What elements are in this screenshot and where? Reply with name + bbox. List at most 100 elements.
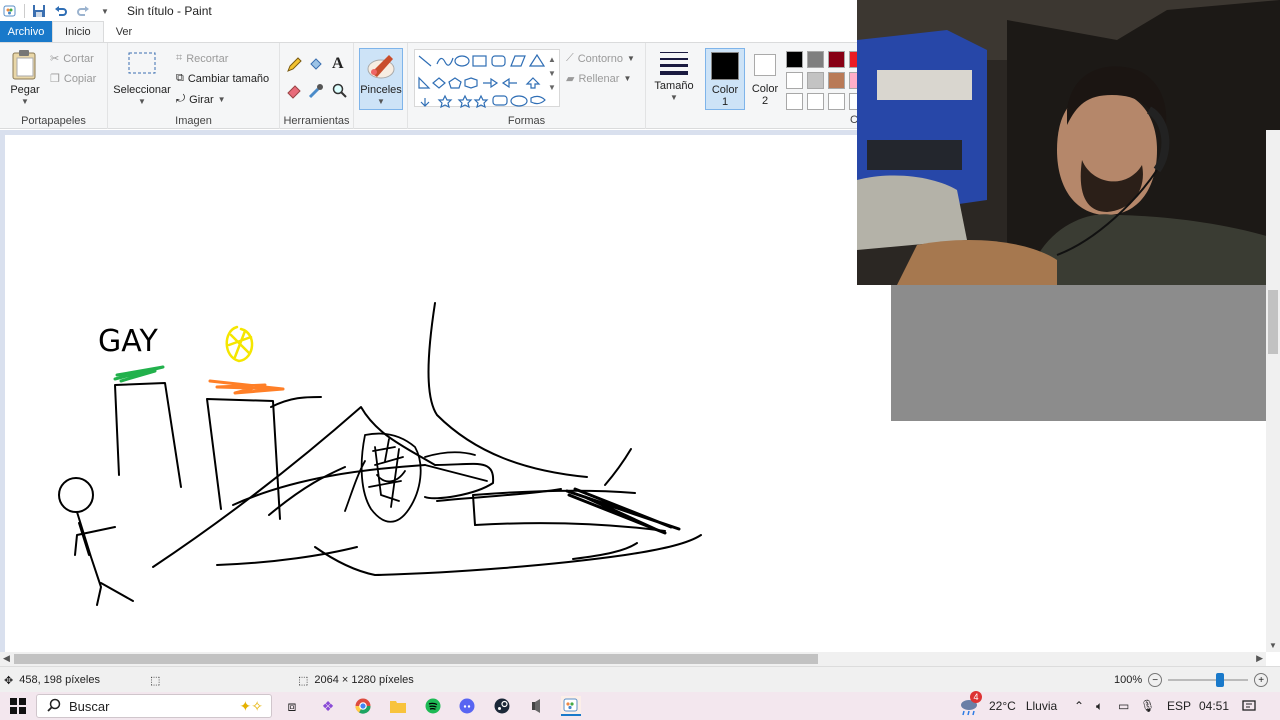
paste-button[interactable]: Pegar ▼ (6, 49, 44, 108)
zoom-level-text: 100% (1114, 674, 1143, 686)
fill-button[interactable]: ▰ Rellenar ▼ (566, 72, 631, 86)
zoom-slider-thumb[interactable] (1215, 673, 1224, 687)
microphone-icon[interactable]: 🎙︎ (1140, 692, 1155, 720)
text-tool-icon[interactable]: A (332, 55, 344, 73)
zoom-slider-track (1168, 679, 1249, 681)
palette-swatch[interactable] (807, 93, 824, 110)
image-size-icon: ⬚ (298, 674, 309, 687)
shapes-scroll-arrows-icon[interactable]: ▲ ▼ ▼ (548, 53, 556, 95)
magnifier-icon[interactable] (332, 83, 348, 102)
outline-label: Contorno (577, 52, 623, 65)
palette-swatch[interactable] (807, 72, 824, 89)
volume-icon[interactable]: 🔈︎ (1096, 692, 1103, 720)
zoom-control: 100% − + (1114, 667, 1269, 693)
palette-swatch[interactable] (786, 51, 803, 68)
color2-button[interactable]: Color 2 (746, 48, 784, 110)
show-hidden-icons-chevron-icon[interactable]: ⌃ (1074, 692, 1084, 720)
palette-swatch[interactable] (828, 93, 845, 110)
eraser-icon[interactable] (286, 83, 302, 102)
tab-ver[interactable]: Ver (104, 21, 145, 42)
taskbar-clock[interactable]: 04:51 (1199, 692, 1229, 720)
copilot-icon[interactable]: ❖ (318, 696, 338, 716)
battery-icon[interactable]: ▭ (1118, 692, 1129, 720)
select-button[interactable]: Seleccionar ▼ (112, 51, 172, 108)
copy-button[interactable]: ❐ Copiar (50, 72, 96, 86)
horizontal-scroll-thumb[interactable] (14, 654, 818, 664)
notifications-icon[interactable] (1242, 692, 1256, 720)
pencil-icon[interactable] (286, 57, 302, 76)
taskbar-search-box[interactable]: Buscar ✦✧ (36, 694, 272, 718)
task-view-icon[interactable]: ⧈ (282, 696, 302, 716)
color2-label: Color (751, 83, 779, 95)
move-cursor-icon: ✥ (4, 674, 14, 687)
paint-taskbar-icon[interactable] (561, 696, 581, 716)
gray-overlay-panel (891, 285, 1280, 421)
scroll-down-icon[interactable]: ▼ (1269, 641, 1277, 650)
color1-button[interactable]: Color 1 (705, 48, 745, 110)
palette-swatch[interactable] (786, 72, 803, 89)
rotate-button[interactable]: ⤾ Girar ▼ (176, 93, 226, 106)
separator (24, 4, 25, 18)
crop-button[interactable]: ⌗ Recortar (176, 52, 228, 65)
chrome-icon[interactable] (353, 696, 373, 716)
zoom-out-icon[interactable]: − (1148, 673, 1163, 687)
webcam-feed-image (857, 0, 1280, 285)
palette-swatch[interactable] (828, 72, 845, 89)
steam-icon[interactable] (492, 696, 512, 716)
vertical-scrollbar[interactable]: ▼ (1266, 130, 1280, 652)
undo-icon[interactable] (53, 3, 69, 19)
brushes-dropdown-icon: ▼ (377, 97, 385, 106)
image-size-text: 2064 × 1280 píxeles (314, 674, 414, 686)
quick-access-toolbar: ▼ (0, 3, 113, 19)
shapes-gallery[interactable] (414, 49, 560, 109)
shapes-group-label: Formas (507, 115, 546, 127)
vertical-scroll-thumb[interactable] (1268, 290, 1278, 354)
tab-archivo[interactable]: Archivo (0, 21, 52, 42)
weather-widget[interactable]: 4 22°C Lluvia (958, 691, 1057, 720)
tab-inicio[interactable]: Inicio (52, 21, 104, 42)
input-language[interactable]: ESP (1167, 692, 1191, 720)
copy-icon: ❐ (50, 73, 60, 85)
palette-swatch[interactable] (807, 51, 824, 68)
outline-dropdown-icon: ▼ (626, 54, 635, 63)
windows-start-icon[interactable] (8, 696, 28, 716)
shapes-group: ▲ ▼ ▼ ⟋ Contorno ▼ ▰ Rellenar ▼ Formas (408, 43, 646, 129)
audio-app-icon[interactable] (527, 696, 547, 716)
zoom-slider[interactable] (1168, 673, 1249, 687)
size-label: Tamaño (654, 80, 694, 92)
brushes-button[interactable]: Pinceles ▼ (359, 48, 403, 110)
horizontal-scrollbar[interactable]: ◀ ▶ (0, 652, 1266, 666)
cursor-position: ✥ 458, 198 píxeles (4, 667, 100, 693)
fill-icon: ▰ (566, 73, 575, 85)
scroll-right-icon[interactable]: ▶ (1256, 653, 1263, 664)
fill-bucket-icon[interactable] (308, 57, 324, 76)
color-picker-icon[interactable] (308, 83, 324, 102)
save-icon[interactable] (31, 3, 47, 19)
cut-button[interactable]: ✂ Cortar (50, 52, 94, 66)
discord-icon[interactable] (457, 696, 477, 716)
outline-icon: ⟋ (566, 52, 574, 64)
scroll-left-icon[interactable]: ◀ (3, 653, 10, 664)
resize-button[interactable]: ⧉ Cambiar tamaño (176, 72, 269, 85)
spotify-icon[interactable] (423, 696, 443, 716)
zoom-in-icon[interactable]: + (1254, 673, 1269, 687)
resize-icon: ⧉ (176, 72, 184, 84)
palette-swatch[interactable] (786, 93, 803, 110)
tools-group: A Herramientas (280, 43, 354, 129)
weather-alert-badge: 4 (970, 691, 982, 703)
resize-label: Cambiar tamaño (187, 72, 270, 85)
rotate-dropdown-icon: ▼ (217, 95, 226, 104)
size-button[interactable]: Tamaño ▼ (650, 49, 698, 104)
status-bar: ✥ 458, 198 píxeles ⬚ ⬚ 2064 × 1280 píxel… (0, 666, 1280, 692)
select-label: Seleccionar (113, 84, 171, 96)
palette-swatch[interactable] (828, 51, 845, 68)
color2-swatch (754, 54, 776, 76)
brushes-label: Pinceles (360, 84, 402, 96)
redo-icon[interactable] (75, 3, 91, 19)
customize-toolbar-chevron-icon[interactable]: ▼ (97, 3, 113, 19)
cut-label: Cortar (63, 52, 94, 65)
file-explorer-icon[interactable] (388, 696, 408, 716)
weather-temperature: 22°C (989, 699, 1016, 713)
rotate-icon: ⤾ (176, 93, 186, 105)
outline-button[interactable]: ⟋ Contorno ▼ (566, 52, 635, 65)
